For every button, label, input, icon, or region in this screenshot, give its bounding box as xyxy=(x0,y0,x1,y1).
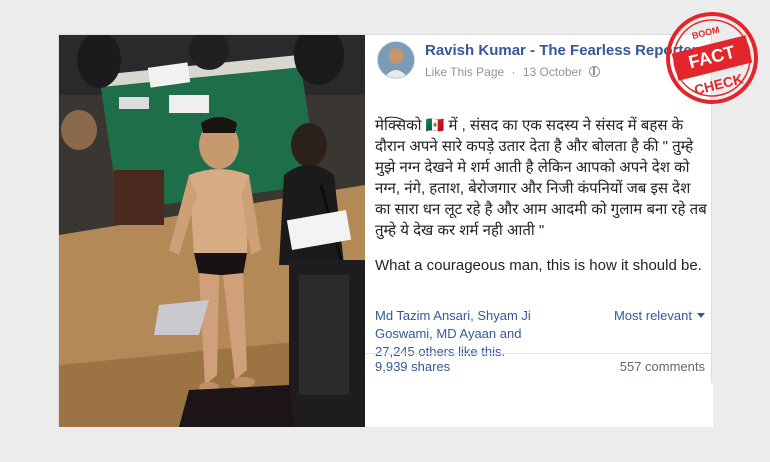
like-page-link[interactable]: Like This Page xyxy=(425,65,504,79)
comments-count[interactable]: 557 comments xyxy=(620,359,705,374)
parliament-photo-illustration xyxy=(59,35,365,427)
post-meta: Like This Page · 13 October xyxy=(425,65,600,79)
divider xyxy=(365,353,713,354)
post-footer xyxy=(365,383,713,427)
post-date[interactable]: 13 October xyxy=(523,65,582,79)
page-name-link[interactable]: Ravish Kumar - The Fearless Reporter xyxy=(425,42,698,59)
english-text: What a courageous man, this is how it sh… xyxy=(375,257,702,274)
dropdown-caret-icon xyxy=(697,313,705,318)
shares-count[interactable]: 9,939 shares xyxy=(375,359,450,374)
post-content: Ravish Kumar - The Fearless Reporter Lik… xyxy=(365,35,713,427)
post-body: मेक्सिको 🇲🇽 में , संसद का एक सदस्य ने सं… xyxy=(375,115,709,276)
hindi-text: मेक्सिको 🇲🇽 में , संसद का एक सदस्य ने सं… xyxy=(375,117,707,239)
svg-text:BOOM: BOOM xyxy=(691,25,721,41)
page-avatar[interactable] xyxy=(377,41,415,79)
post-card: Ravish Kumar - The Fearless Reporter Lik… xyxy=(58,34,713,427)
globe-icon xyxy=(588,66,600,77)
sort-label: Most relevant xyxy=(613,308,692,323)
post-photo[interactable] xyxy=(59,35,365,427)
comment-sort-dropdown[interactable]: Most relevant xyxy=(614,308,705,323)
